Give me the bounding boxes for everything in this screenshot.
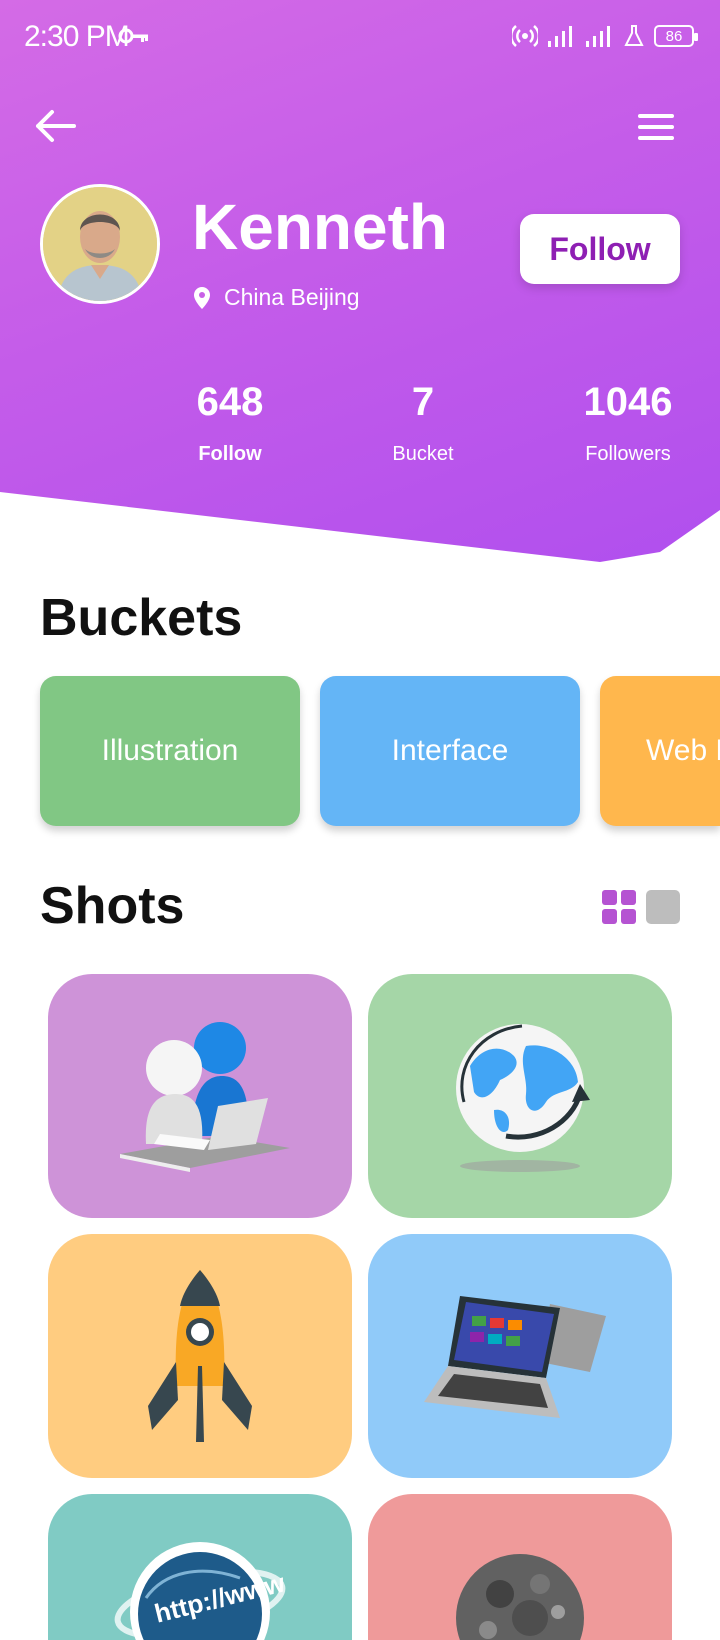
signal-icon [586, 26, 610, 47]
profile-name: Kenneth [192, 191, 448, 263]
stat-label: Follow [198, 443, 262, 465]
key-icon [118, 28, 148, 44]
follow-button[interactable]: Follow [520, 214, 680, 284]
grid-view-icon[interactable] [602, 890, 636, 924]
arrow-left-icon[interactable] [30, 104, 80, 148]
figure-laptop-illustration [120, 1022, 290, 1172]
avatar-portrait [43, 187, 157, 301]
laptop-illustration [424, 1296, 606, 1418]
bucket-card-illustration[interactable]: Illustration [40, 676, 300, 826]
battery-level: 86 [665, 27, 683, 45]
globe-arrows-illustration [456, 1024, 590, 1172]
stat-followers[interactable]: 1046 Followers [548, 380, 708, 466]
avatar[interactable] [40, 184, 160, 304]
shot-card[interactable] [48, 974, 352, 1218]
status-time: 2:30 PM [24, 20, 130, 53]
buckets-title: Buckets [40, 589, 243, 647]
status-icons: 86 [512, 22, 698, 50]
stat-label: Bucket [392, 443, 454, 465]
profile-location: China Beijing [194, 284, 360, 311]
shot-card[interactable] [368, 974, 672, 1218]
rocket-illustration [148, 1270, 252, 1442]
status-bar: 2:30 PM 86 [0, 0, 720, 80]
single-view-icon[interactable] [646, 890, 680, 924]
location-pin-icon [194, 286, 210, 309]
shot-card[interactable]: http://www [48, 1494, 352, 1640]
bucket-card-web[interactable]: Web D [600, 676, 720, 826]
hamburger-menu-icon[interactable] [634, 108, 674, 148]
bucket-label: Illustration [101, 734, 239, 767]
http-globe-illustration: http://www [114, 1542, 288, 1640]
stat-label: Followers [585, 443, 671, 465]
battery-icon: 86 [654, 25, 698, 47]
stat-value: 7 [411, 380, 435, 424]
stat-follow[interactable]: 648 Follow [150, 380, 310, 466]
lab-icon [624, 25, 644, 46]
shot-card[interactable] [48, 1234, 352, 1478]
bucket-label: Interface [391, 734, 509, 767]
shot-card[interactable] [368, 1494, 672, 1640]
bucket-label: Web D [646, 734, 720, 767]
stat-value: 1046 [583, 380, 673, 424]
bucket-card-interface[interactable]: Interface [320, 676, 580, 826]
moon-illustration [456, 1554, 584, 1640]
stat-bucket[interactable]: 7 Bucket [343, 380, 503, 466]
signal-icon [548, 26, 572, 47]
location-text: China Beijing [224, 284, 360, 310]
shot-card[interactable] [368, 1234, 672, 1478]
hotspot-icon [512, 25, 538, 47]
stat-value: 648 [196, 380, 264, 424]
shots-title: Shots [40, 877, 185, 935]
